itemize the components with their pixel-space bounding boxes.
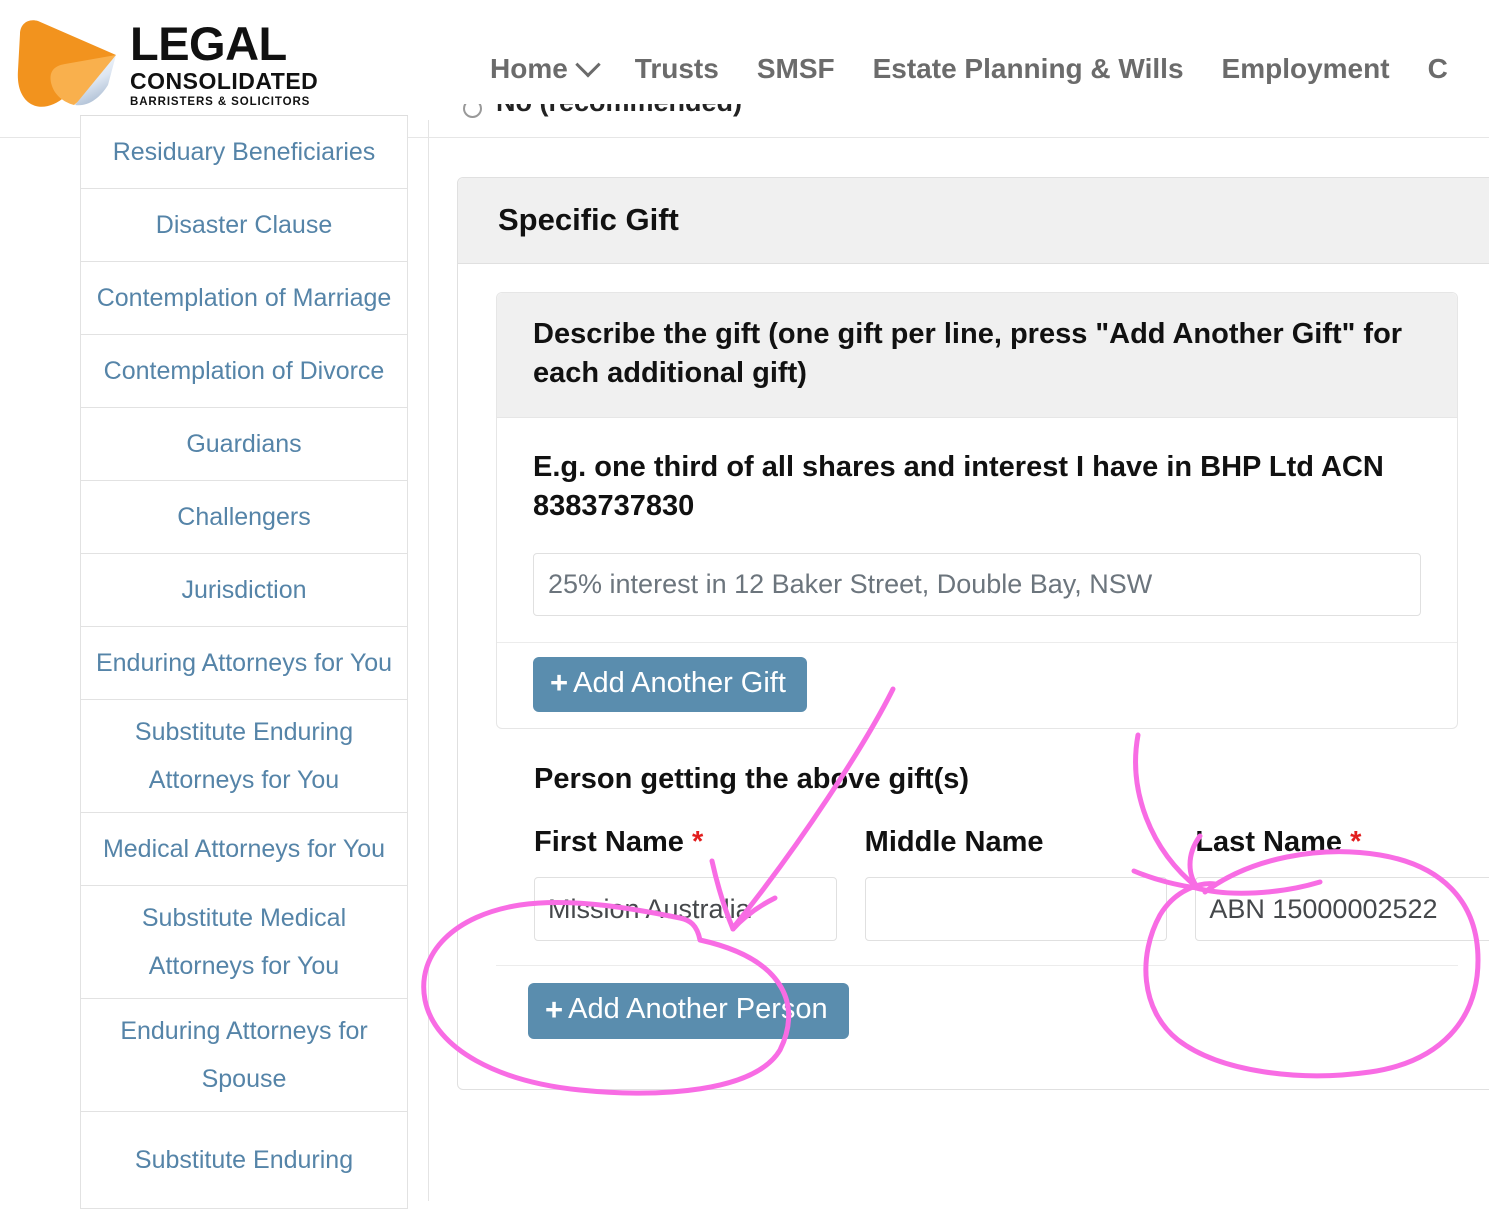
add-another-gift-label: Add Another Gift bbox=[573, 668, 786, 700]
content-divider bbox=[428, 120, 429, 1201]
brand-wordmark: LEGAL CONSOLIDATED BARRISTERS & SOLICITO… bbox=[130, 20, 318, 109]
sidebar-item-substitute-medical-attorneys-for-you[interactable]: Substitute Medical Attorneys for You bbox=[80, 886, 408, 999]
last-name-group: Last Name * bbox=[1195, 826, 1489, 941]
first-name-label: First Name * bbox=[534, 826, 837, 859]
middle-name-group: Middle Name bbox=[865, 826, 1168, 941]
sidebar-item-disaster-clause[interactable]: Disaster Clause bbox=[80, 189, 408, 262]
card-bottom-spacer bbox=[496, 1057, 1458, 1089]
sidebar-item-medical-attorneys-for-you[interactable]: Medical Attorneys for You bbox=[80, 813, 408, 886]
page-body: Residuary Beneficiaries Disaster Clause … bbox=[0, 139, 1489, 1201]
plus-icon: + bbox=[550, 667, 568, 698]
specific-gift-card-body: Describe the gift (one gift per line, pr… bbox=[458, 264, 1489, 1089]
sidebar-item-residuary-beneficiaries[interactable]: Residuary Beneficiaries bbox=[80, 116, 408, 189]
describe-gift-panel-header: Describe the gift (one gift per line, pr… bbox=[497, 293, 1457, 418]
plus-icon: + bbox=[545, 994, 563, 1025]
sidebar-item-substitute-enduring-attorneys-for-you[interactable]: Substitute Enduring Attorneys for You bbox=[80, 700, 408, 813]
radio-option-no-recommended[interactable]: No (recommended) bbox=[463, 104, 742, 118]
add-another-gift-button[interactable]: + Add Another Gift bbox=[533, 657, 807, 713]
sidebar-item-enduring-attorneys-for-you[interactable]: Enduring Attorneys for You bbox=[80, 627, 408, 700]
brand-line-barristers: BARRISTERS & SOLICITORS bbox=[130, 97, 318, 109]
describe-gift-panel: Describe the gift (one gift per line, pr… bbox=[496, 292, 1458, 729]
brand-logo[interactable]: LEGAL CONSOLIDATED BARRISTERS & SOLICITO… bbox=[8, 12, 318, 116]
nav-item-estate-planning-wills[interactable]: Estate Planning & Wills bbox=[873, 53, 1184, 85]
add-person-button-row: + Add Another Person bbox=[496, 965, 1458, 1057]
nav-item-home[interactable]: Home bbox=[490, 53, 597, 85]
sidebar-item-enduring-attorneys-for-spouse[interactable]: Enduring Attorneys for Spouse bbox=[80, 999, 408, 1112]
sidebar-item-label: Guardians bbox=[186, 420, 301, 468]
legal-consolidated-logo-icon bbox=[8, 12, 124, 116]
middle-name-input[interactable] bbox=[865, 877, 1168, 941]
sidebar-item-substitute-enduring[interactable]: Substitute Enduring bbox=[80, 1112, 408, 1209]
nav-item-home-label: Home bbox=[490, 53, 568, 85]
required-asterisk: * bbox=[1342, 826, 1361, 858]
add-another-person-button[interactable]: + Add Another Person bbox=[528, 983, 849, 1039]
add-gift-button-row: + Add Another Gift bbox=[497, 642, 1457, 729]
sidebar-item-label: Jurisdiction bbox=[181, 566, 306, 614]
sidebar-item-label: Challengers bbox=[177, 493, 310, 541]
page-title: Specific Gift bbox=[498, 202, 1456, 238]
specific-gift-card: Specific Gift Describe the gift (one gif… bbox=[457, 177, 1489, 1090]
sidebar-item-label: Medical Attorneys for You bbox=[103, 825, 385, 873]
sidebar-item-contemplation-of-divorce[interactable]: Contemplation of Divorce bbox=[80, 335, 408, 408]
radio-icon bbox=[463, 104, 482, 118]
sidebar-item-challengers[interactable]: Challengers bbox=[80, 481, 408, 554]
first-name-group: First Name * bbox=[534, 826, 837, 941]
last-name-label-text: Last Name bbox=[1195, 826, 1342, 858]
sidebar-item-label: Substitute Enduring Attorneys for You bbox=[91, 708, 397, 804]
sidebar-item-label: Substitute Medical Attorneys for You bbox=[91, 894, 397, 990]
sidebar-item-contemplation-of-marriage[interactable]: Contemplation of Marriage bbox=[80, 262, 408, 335]
nav-item-trusts[interactable]: Trusts bbox=[635, 53, 719, 85]
middle-name-label-text: Middle Name bbox=[865, 826, 1044, 858]
brand-line-legal: LEGAL bbox=[130, 20, 318, 67]
sidebar-item-label: Disaster Clause bbox=[156, 201, 332, 249]
first-name-input[interactable] bbox=[534, 877, 837, 941]
sidebar-item-guardians[interactable]: Guardians bbox=[80, 408, 408, 481]
sidebar-item-label: Substitute Enduring bbox=[135, 1136, 353, 1184]
person-name-fields: First Name * Middle Name Last Name * bbox=[534, 826, 1489, 941]
first-name-label-text: First Name bbox=[534, 826, 684, 858]
describe-gift-heading: Describe the gift (one gift per line, pr… bbox=[533, 315, 1421, 393]
middle-name-label: Middle Name bbox=[865, 826, 1168, 859]
sidebar-item-label: Contemplation of Divorce bbox=[104, 347, 385, 395]
add-another-person-label: Add Another Person bbox=[568, 994, 828, 1026]
brand-line-consolidated: CONSOLIDATED bbox=[130, 70, 318, 93]
radio-option-label: No (recommended) bbox=[496, 104, 742, 118]
sidebar-item-label: Enduring Attorneys for Spouse bbox=[91, 1007, 397, 1103]
last-name-label: Last Name * bbox=[1195, 826, 1489, 859]
sidebar-item-label: Residuary Beneficiaries bbox=[113, 128, 376, 176]
person-section-heading: Person getting the above gift(s) bbox=[534, 763, 1458, 796]
gift-example-text: E.g. one third of all shares and interes… bbox=[533, 448, 1421, 526]
nav-item-smsf[interactable]: SMSF bbox=[757, 53, 835, 85]
required-asterisk: * bbox=[684, 826, 703, 858]
nav-item-companies[interactable]: C bbox=[1428, 53, 1448, 85]
describe-gift-panel-body: E.g. one third of all shares and interes… bbox=[497, 418, 1457, 641]
sidebar-navigation: Residuary Beneficiaries Disaster Clause … bbox=[80, 115, 408, 1209]
sidebar-item-label: Enduring Attorneys for You bbox=[96, 639, 392, 687]
nav-item-employment[interactable]: Employment bbox=[1222, 53, 1390, 85]
chevron-down-icon bbox=[575, 52, 600, 77]
sidebar-item-label: Contemplation of Marriage bbox=[97, 274, 392, 322]
specific-gift-card-header: Specific Gift bbox=[458, 178, 1489, 264]
sidebar-item-jurisdiction[interactable]: Jurisdiction bbox=[80, 554, 408, 627]
last-name-input[interactable] bbox=[1195, 877, 1489, 941]
gift-description-input[interactable] bbox=[533, 553, 1421, 616]
